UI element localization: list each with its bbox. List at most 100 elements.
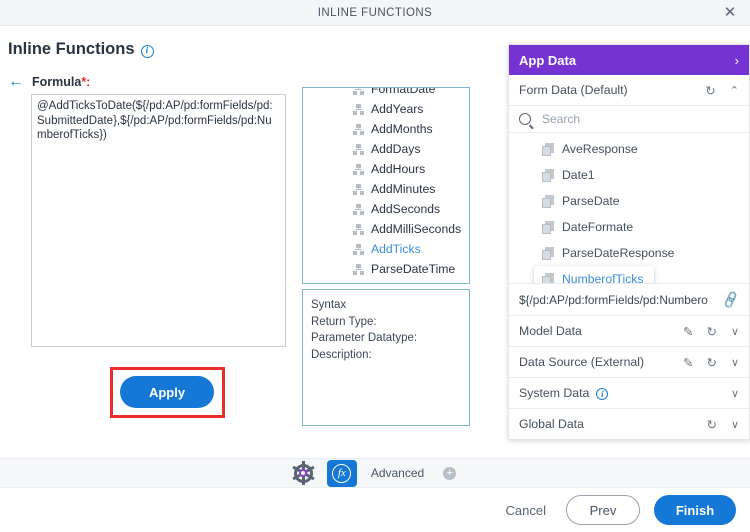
advanced-add-icon[interactable]: + xyxy=(443,466,457,480)
expression-field[interactable]: ${/pd:AP/pd:formFields/pd:Numbero 🔗 xyxy=(509,284,749,316)
hierarchy-icon xyxy=(353,263,364,275)
section-form-data-label: Form Data (Default) xyxy=(519,83,628,97)
hierarchy-icon xyxy=(353,223,364,235)
app-data-item-label: Date1 xyxy=(562,168,595,182)
info-icon[interactable]: i xyxy=(596,388,609,400)
chevron-down-icon[interactable]: ∨ xyxy=(731,387,739,400)
document-icon xyxy=(542,220,554,234)
info-icon[interactable]: i xyxy=(140,45,154,58)
function-list-item-label: AddHours xyxy=(371,162,426,176)
syntax-line: Return Type: xyxy=(311,315,377,328)
hierarchy-icon xyxy=(353,123,364,135)
bottom-toolbar: fx Advanced + xyxy=(0,458,750,488)
search-input[interactable] xyxy=(540,111,739,127)
function-list-item-label: AddTicks xyxy=(371,242,421,256)
function-list-item-label: AddSeconds xyxy=(371,202,441,216)
app-data-header: App Data › xyxy=(509,45,749,75)
app-data-section[interactable]: System Data i ∨ xyxy=(509,378,749,409)
function-syntax-panel: Syntax Return Type: Parameter Datatype: Des… xyxy=(302,289,470,426)
function-list-item[interactable]: AddMonths xyxy=(303,119,469,139)
app-data-section-label: Data Source (External) xyxy=(519,355,645,369)
function-list-item[interactable]: AddYears xyxy=(303,99,469,119)
chevron-up-icon[interactable]: ⌃ xyxy=(730,84,739,97)
app-data-item-label: ParseDateResponse xyxy=(562,246,675,260)
app-data-section[interactable]: Data Source (External) ✎ ↻ ∨ xyxy=(509,347,749,378)
hierarchy-icon xyxy=(353,103,364,115)
document-icon xyxy=(542,272,554,283)
refresh-icon[interactable]: ↻ xyxy=(706,417,716,432)
function-list-item-label: ParseDateTime xyxy=(371,262,456,276)
document-icon xyxy=(542,194,554,208)
page-title-text: Inline Functions xyxy=(8,40,135,58)
formula-input[interactable] xyxy=(31,94,286,347)
syntax-line: Description: xyxy=(311,348,372,361)
app-data-section-label: Global Data xyxy=(519,417,584,431)
function-list-item-label: AddYears xyxy=(371,102,424,116)
link-icon[interactable]: 🔗 xyxy=(721,289,742,310)
function-list-item-label: AddDays xyxy=(371,142,421,156)
chevron-down-icon[interactable]: ∨ xyxy=(731,356,739,369)
function-list-item[interactable]: AddTicks xyxy=(303,239,469,259)
function-list-item[interactable]: AddMilliSeconds xyxy=(303,219,469,239)
window-title-bar: INLINE FUNCTIONS ✕ xyxy=(0,0,750,26)
hierarchy-icon xyxy=(353,88,364,95)
app-data-item[interactable]: Date1 xyxy=(509,162,749,188)
cancel-button[interactable]: Cancel xyxy=(500,502,552,519)
refresh-icon[interactable]: ↻ xyxy=(706,355,716,370)
finish-button[interactable]: Finish xyxy=(654,495,736,525)
advanced-label[interactable]: Advanced xyxy=(371,466,424,480)
function-list[interactable]: FormatDate AddYears AddMonths AddDays AddHou… xyxy=(302,87,470,284)
app-data-item-label: AveResponse xyxy=(562,142,638,156)
function-list-item[interactable]: FormatDate xyxy=(303,87,469,99)
function-fx-button[interactable]: fx xyxy=(326,459,357,487)
section-form-data[interactable]: Form Data (Default) ↻ ⌃ xyxy=(509,75,749,106)
hierarchy-icon xyxy=(353,183,364,195)
function-list-item-label: AddMilliSeconds xyxy=(371,222,462,236)
app-data-item-label: ParseDate xyxy=(562,194,620,208)
chevron-down-icon[interactable]: ∨ xyxy=(731,418,739,431)
app-data-item[interactable]: ParseDate xyxy=(509,188,749,214)
chevron-down-icon[interactable]: ∨ xyxy=(731,325,739,338)
app-data-panel: App Data › Form Data (Default) ↻ ⌃ AveRe… xyxy=(508,44,750,440)
edit-pencil-icon[interactable]: ✎ xyxy=(683,355,693,370)
apply-button[interactable]: Apply xyxy=(120,376,214,408)
app-data-item[interactable]: DateFormate xyxy=(509,214,749,240)
function-list-item[interactable]: ParseDateTime xyxy=(303,259,469,279)
app-data-item[interactable]: AveResponse xyxy=(509,136,749,162)
syntax-line: Parameter Datatype: xyxy=(311,332,418,344)
document-icon xyxy=(542,246,554,260)
gear-icon[interactable] xyxy=(292,461,315,485)
app-data-sections[interactable]: Model Data ✎ ↻ ∨ Data Source (External) ✎ ↻ ∨ Sy… xyxy=(509,316,749,439)
app-data-item[interactable]: NumberofTicks xyxy=(534,266,654,283)
app-data-title: App Data xyxy=(519,52,577,68)
document-icon xyxy=(542,142,554,156)
app-data-item-list[interactable]: AveResponse Date1 ParseDate DateFormate Pars… xyxy=(509,133,749,284)
close-icon[interactable]: ✕ xyxy=(720,0,740,26)
app-data-item[interactable]: ParseDateResponse xyxy=(509,240,749,266)
edit-pencil-icon[interactable]: ✎ xyxy=(683,324,693,339)
syntax-line: Syntax xyxy=(311,299,347,311)
chevron-right-icon[interactable]: › xyxy=(735,53,739,68)
function-list-item-label: AddMinutes xyxy=(371,182,436,196)
hierarchy-icon xyxy=(353,203,364,215)
function-list-item-label: FormatDate xyxy=(371,87,436,96)
app-data-section[interactable]: Global Data ↻ ∨ xyxy=(509,409,749,439)
window-title: INLINE FUNCTIONS xyxy=(317,7,433,19)
expression-value: ${/pd:AP/pd:formFields/pd:Numbero xyxy=(519,292,708,307)
function-list-item[interactable]: AddHours xyxy=(303,159,469,179)
function-list-item[interactable]: AddSeconds xyxy=(303,199,469,219)
dialog-footer: Cancel Prev Finish xyxy=(0,488,750,532)
function-list-item[interactable]: AddDays xyxy=(303,139,469,159)
hierarchy-icon xyxy=(353,163,364,175)
app-data-search[interactable] xyxy=(509,106,749,133)
search-icon xyxy=(519,113,531,125)
refresh-icon[interactable]: ↻ xyxy=(706,324,716,339)
app-data-section-label: Model Data xyxy=(519,324,582,338)
prev-button[interactable]: Prev xyxy=(566,495,640,525)
app-data-section[interactable]: Model Data ✎ ↻ ∨ xyxy=(509,316,749,347)
document-icon xyxy=(542,168,554,182)
back-arrow-icon[interactable]: ← xyxy=(8,74,24,90)
required-marker: *: xyxy=(81,75,91,89)
refresh-icon[interactable]: ↻ xyxy=(705,83,715,98)
function-list-item[interactable]: AddMinutes xyxy=(303,179,469,199)
